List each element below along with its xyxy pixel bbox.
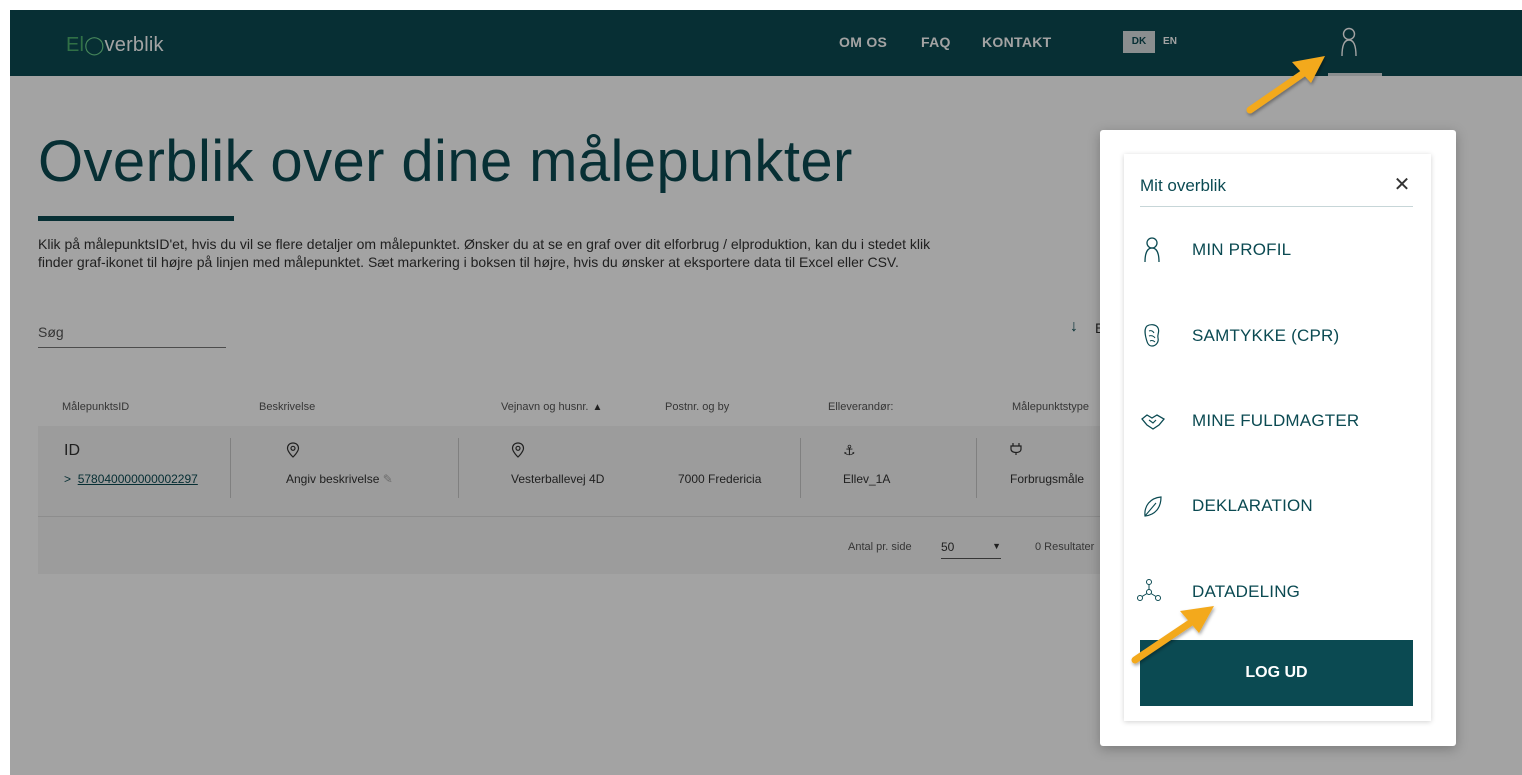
panel-divider [1140,206,1413,207]
page-frame: El◯verblik OM OS FAQ KONTAKT DK EN Overb… [10,10,1522,775]
panel-title: Mit overblik [1140,176,1226,195]
logout-button[interactable]: LOG UD [1140,640,1413,706]
menu-item-min-profil[interactable]: MIN PROFIL [1124,220,1431,280]
menu-item-mine-fuldmagter[interactable]: MINE FULDMAGTER [1124,391,1431,451]
person-icon [1144,237,1160,263]
menu-label-samtykke: SAMTYKKE (CPR) [1192,326,1340,345]
user-menu-panel: Mit overblik ✕ MIN PROFIL SAMTYKKE (CPR) [1100,130,1456,746]
menu-label-deklaration: DEKLARATION [1192,496,1313,515]
user-menu-card: Mit overblik ✕ MIN PROFIL SAMTYKKE (CPR) [1124,154,1431,721]
menu-label-mine-fuldmagter: MINE FULDMAGTER [1192,411,1360,430]
menu-item-datadeling[interactable]: DATADELING [1124,562,1431,622]
menu-label-datadeling: DATADELING [1192,582,1301,601]
network-icon [1137,579,1161,601]
handshake-icon [1141,414,1165,430]
close-icon[interactable]: ✕ [1391,174,1413,196]
consent-icon [1144,324,1160,347]
menu-item-deklaration[interactable]: DEKLARATION [1124,476,1431,536]
leaf-icon [1144,496,1162,517]
menu-label-min-profil: MIN PROFIL [1192,240,1292,259]
menu-item-samtykke[interactable]: SAMTYKKE (CPR) [1124,306,1431,366]
